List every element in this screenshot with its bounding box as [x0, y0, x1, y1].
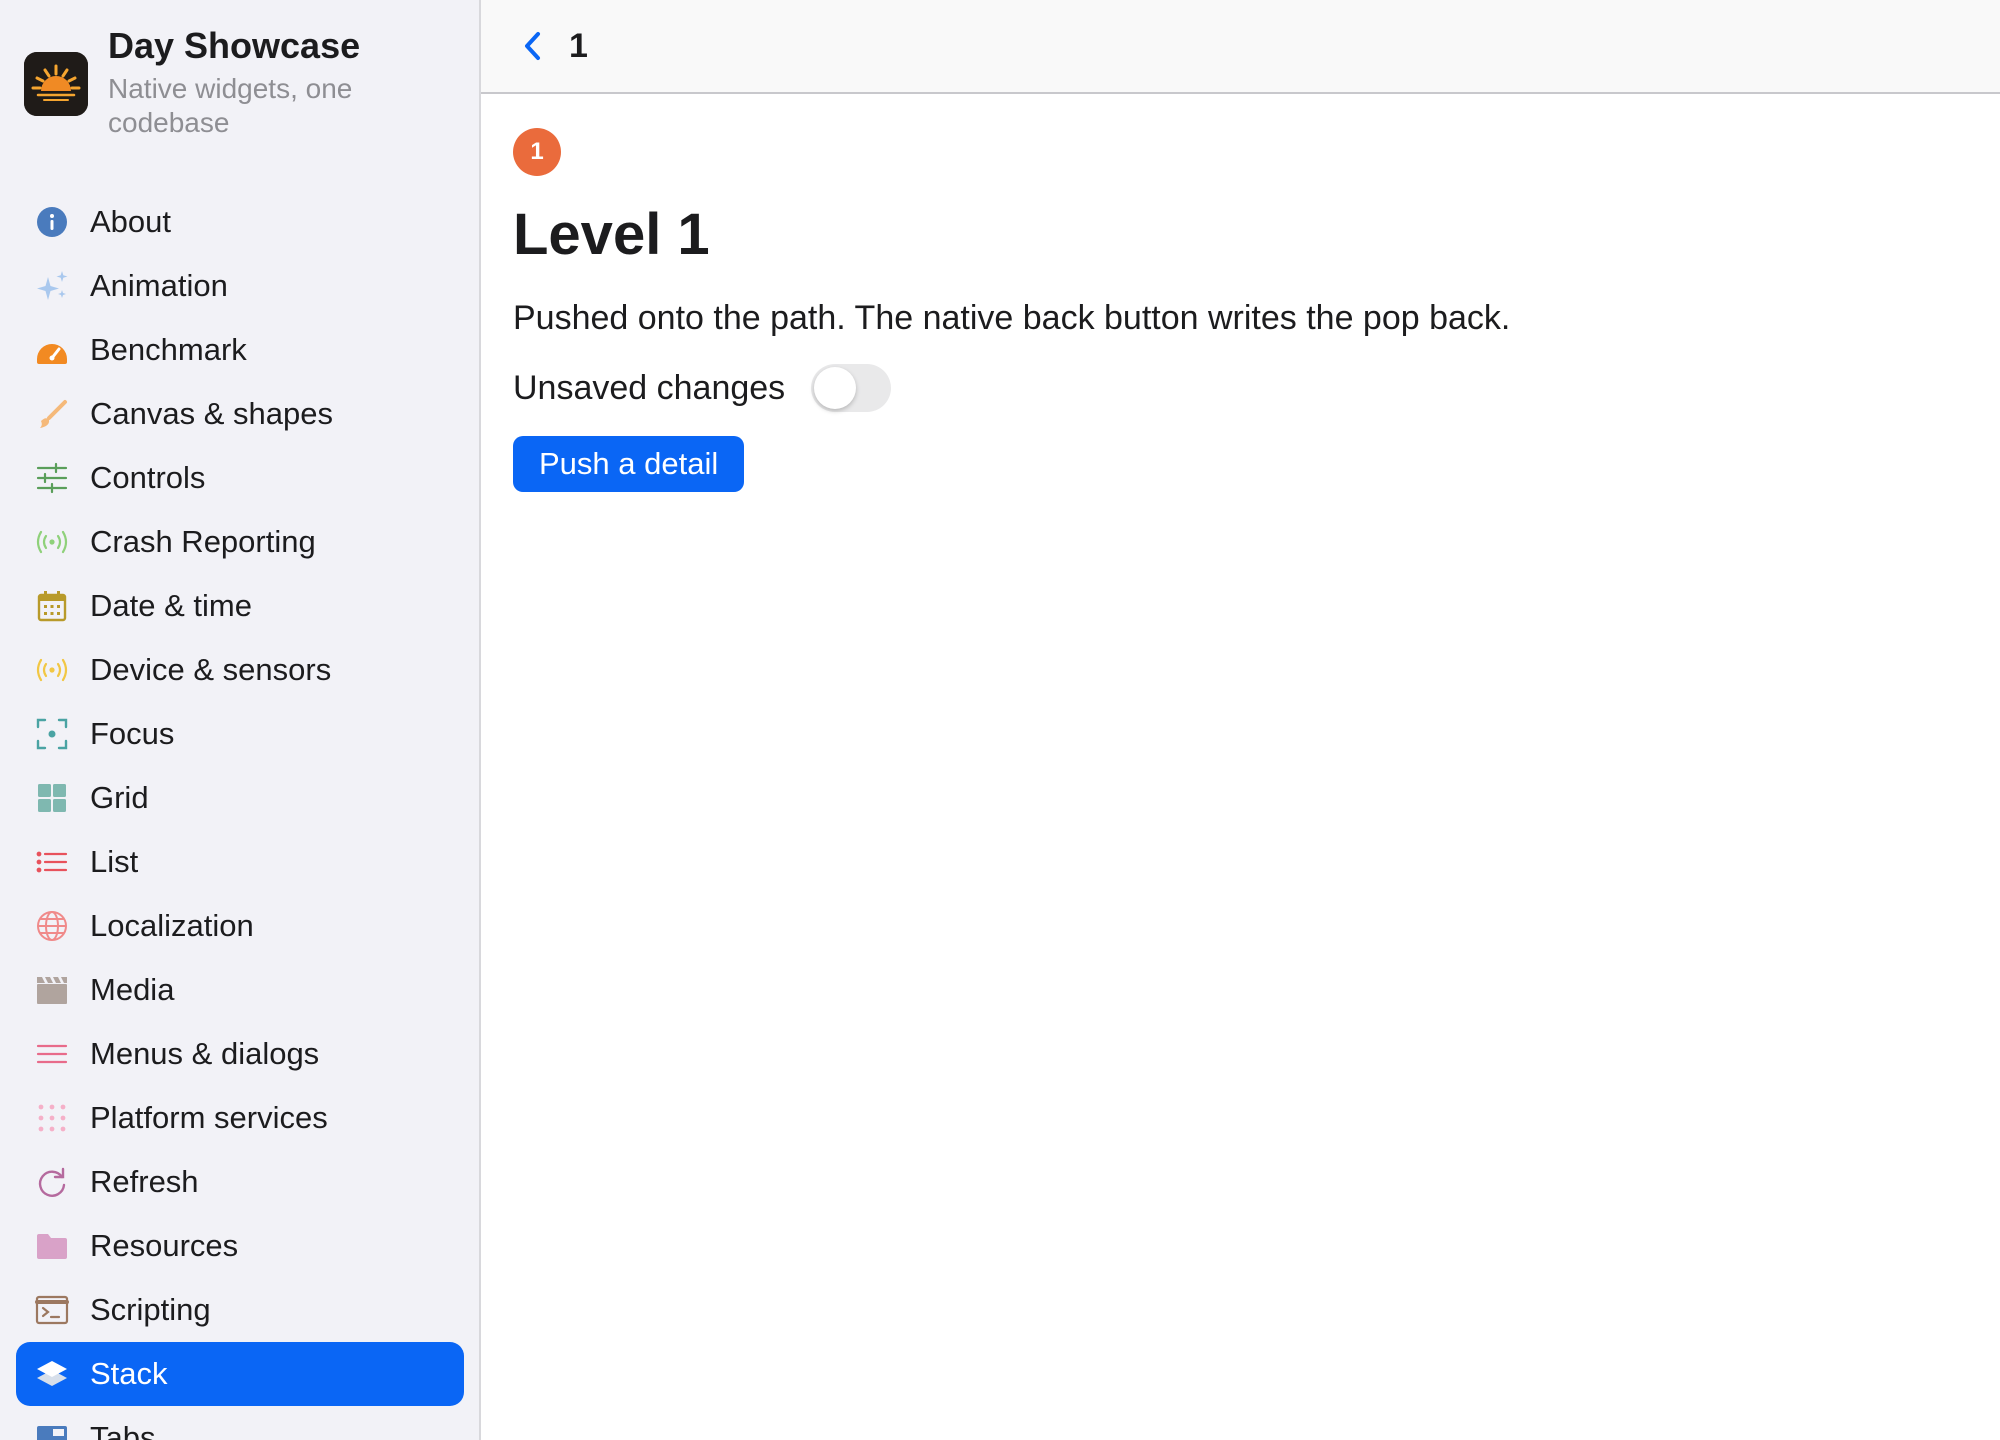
- sidebar-item-scripting[interactable]: Scripting: [16, 1278, 464, 1342]
- sidebar-item-animation[interactable]: Animation: [16, 254, 464, 318]
- globe-icon: [34, 908, 70, 944]
- sidebar-item-label: Tabs: [90, 1420, 156, 1440]
- sliders-icon: [34, 460, 70, 496]
- terminal-icon: [34, 1292, 70, 1328]
- level-content: 1 Level 1 Pushed onto the path. The nati…: [513, 128, 1510, 492]
- back-button[interactable]: [513, 26, 553, 66]
- sidebar-item-label: Menus & dialogs: [90, 1036, 320, 1071]
- page-title: Level 1: [513, 202, 710, 267]
- sidebar-item-label: Date & time: [90, 588, 252, 623]
- app-name: Day Showcase: [108, 25, 361, 66]
- sidebar-item-label: Animation: [90, 268, 228, 303]
- sidebar-item-label: Canvas & shapes: [90, 396, 333, 431]
- sidebar-item-label: Grid: [90, 780, 149, 815]
- sidebar-item-menus-dialogs[interactable]: Menus & dialogs: [16, 1022, 464, 1086]
- sidebar-item-grid[interactable]: Grid: [16, 766, 464, 830]
- sidebar-item-stack[interactable]: Stack: [16, 1342, 464, 1406]
- focus-icon: [34, 716, 70, 752]
- sidebar-item-label: Stack: [90, 1356, 168, 1391]
- navigation-title: 1: [569, 26, 588, 65]
- app-subtitle: Native widgets, one codebase: [108, 73, 353, 138]
- sidebar-item-controls[interactable]: Controls: [16, 446, 464, 510]
- tabs-icon: [34, 1420, 70, 1440]
- sidebar-item-label: Refresh: [90, 1164, 199, 1199]
- sidebar-item-media[interactable]: Media: [16, 958, 464, 1022]
- sidebar-item-label: Scripting: [90, 1292, 211, 1327]
- sidebar-item-device-sensors[interactable]: Device & sensors: [16, 638, 464, 702]
- sun-logo-icon: [24, 52, 88, 116]
- refresh-icon: [34, 1164, 70, 1200]
- sidebar-item-label: Crash Reporting: [90, 524, 316, 559]
- sidebar-item-label: List: [90, 844, 139, 879]
- sparkles-icon: [34, 268, 70, 304]
- dots-grid-icon: [34, 1100, 70, 1136]
- calendar-icon: [34, 588, 70, 624]
- layers-icon: [34, 1356, 70, 1392]
- list-icon: [34, 844, 70, 880]
- sidebar-item-canvas-shapes[interactable]: Canvas & shapes: [16, 382, 464, 446]
- sidebar-item-label: Resources: [90, 1228, 239, 1263]
- app-window: Day Showcase Native widgets, one codebas…: [0, 0, 2000, 1440]
- sidebar-item-label: Platform services: [90, 1100, 328, 1135]
- sidebar-item-label: Benchmark: [90, 332, 247, 367]
- level-badge: 1: [513, 128, 561, 176]
- info-icon: [34, 204, 70, 240]
- sidebar-item-list[interactable]: List: [16, 830, 464, 894]
- sidebar-item-label: About: [90, 204, 172, 239]
- grid-icon: [34, 780, 70, 816]
- sidebar-item-label: Device & sensors: [90, 652, 332, 687]
- detail-pane: 1 1 Level 1 Pushed onto the path. The na…: [481, 0, 2000, 1440]
- sidebar-item-about[interactable]: About: [16, 190, 464, 254]
- film-icon: [34, 972, 70, 1008]
- sidebar-item-label: Localization: [90, 908, 254, 943]
- sidebar-item-platform-services[interactable]: Platform services: [16, 1086, 464, 1150]
- sidebar-item-refresh[interactable]: Refresh: [16, 1150, 464, 1214]
- unsaved-changes-row: Unsaved changes: [513, 364, 1510, 412]
- sidebar-item-localization[interactable]: Localization: [16, 894, 464, 958]
- sidebar-nav: About Animation Benchmark Canvas & shape…: [16, 190, 464, 1440]
- paintbrush-icon: [34, 396, 70, 432]
- app-header: Day Showcase Native widgets, one codebas…: [24, 24, 438, 140]
- toggle-knob: [814, 367, 857, 409]
- sidebar: Day Showcase Native widgets, one codebas…: [0, 0, 481, 1440]
- sidebar-item-focus[interactable]: Focus: [16, 702, 464, 766]
- push-detail-button[interactable]: Push a detail: [513, 436, 745, 492]
- sidebar-item-label: Media: [90, 972, 175, 1007]
- level-description: Pushed onto the path. The native back bu…: [513, 299, 1511, 337]
- unsaved-changes-toggle[interactable]: [811, 364, 892, 412]
- sidebar-item-date-time[interactable]: Date & time: [16, 574, 464, 638]
- gauge-icon: [34, 332, 70, 368]
- broadcast-icon: [34, 524, 70, 560]
- sidebar-item-crash-reporting[interactable]: Crash Reporting: [16, 510, 464, 574]
- chevron-left-icon: [525, 32, 540, 60]
- menu-lines-icon: [34, 1036, 70, 1072]
- sidebar-item-resources[interactable]: Resources: [16, 1214, 464, 1278]
- sidebar-item-benchmark[interactable]: Benchmark: [16, 318, 464, 382]
- sensor-icon: [34, 652, 70, 688]
- folder-icon: [34, 1228, 70, 1264]
- unsaved-changes-label: Unsaved changes: [513, 368, 786, 407]
- sidebar-item-label: Focus: [90, 716, 175, 751]
- sidebar-item-label: Controls: [90, 460, 206, 495]
- sidebar-item-tabs[interactable]: Tabs: [16, 1406, 464, 1440]
- navigation-bar: 1: [481, 0, 2000, 94]
